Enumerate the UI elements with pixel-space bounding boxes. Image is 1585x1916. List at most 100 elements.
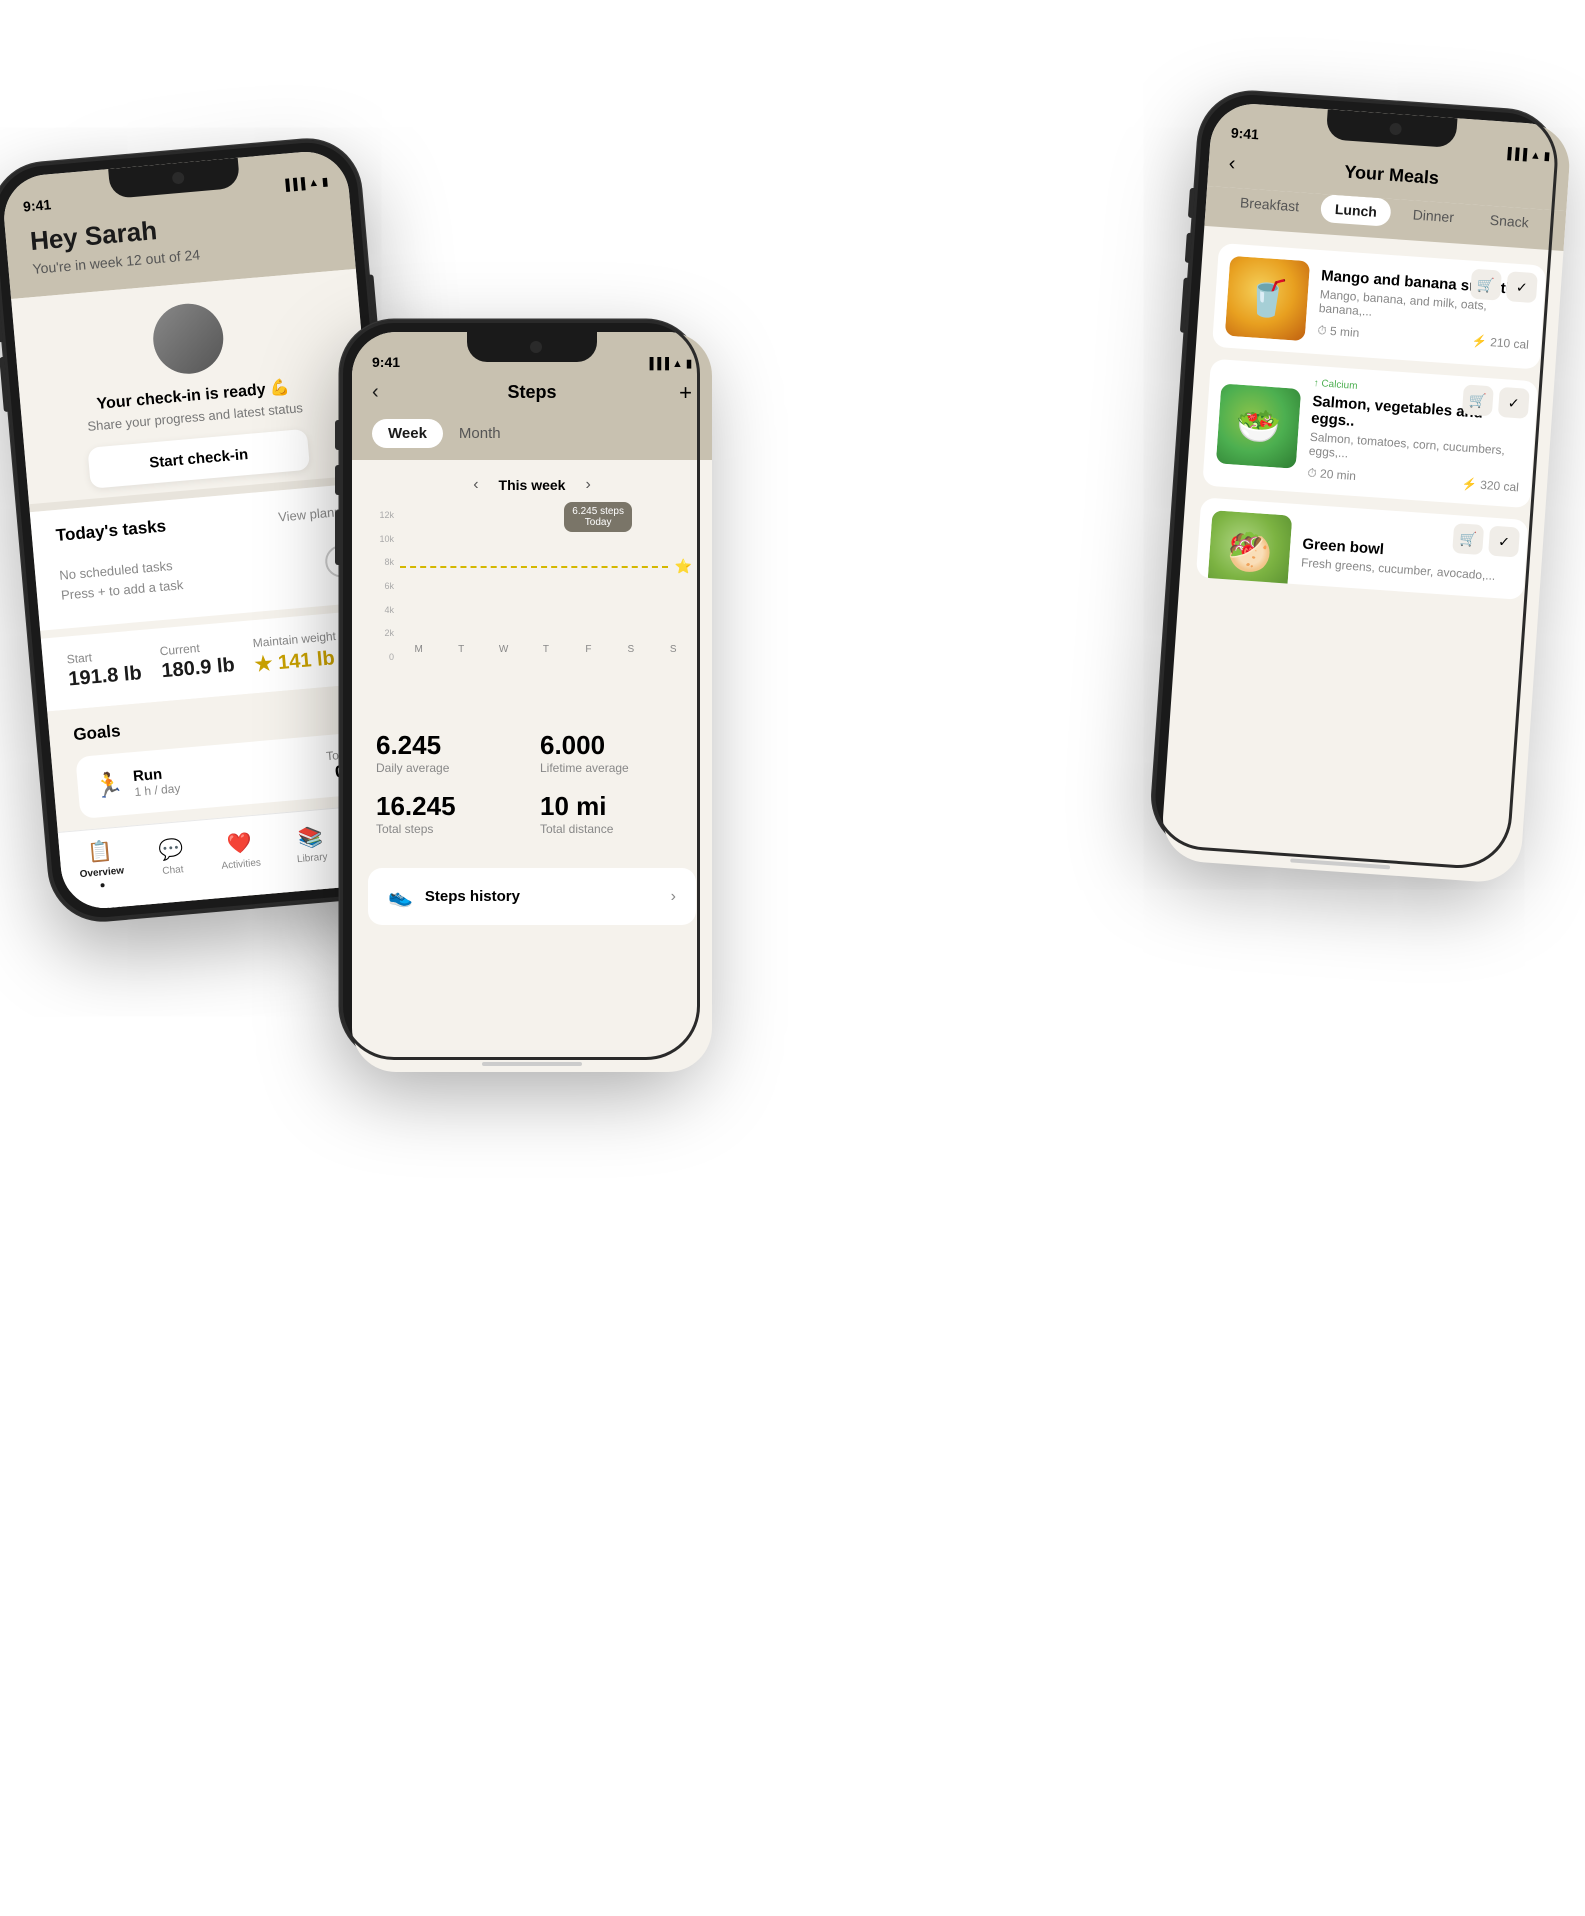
salmon-image: 🥗: [1216, 383, 1301, 468]
tooltip-value: 6.245 steps: [572, 506, 624, 517]
steps-content: ‹ This week › 12k 10k 8k 6k 4k 2k 0: [352, 460, 712, 852]
meal-bowl: 🥙 Green bowl Fresh greens, cucumber, avo…: [1196, 497, 1529, 600]
start-weight: Start 191.8 lb: [66, 646, 143, 693]
overview-label: Overview: [79, 865, 124, 880]
bowl-actions: 🛒 ✓: [1452, 523, 1520, 558]
nav-activities[interactable]: ❤️ Activities: [219, 830, 262, 872]
activities-label: Activities: [221, 857, 261, 871]
label-wed: W: [499, 644, 508, 655]
time-left: 9:41: [22, 196, 51, 214]
salmon-check-button[interactable]: ✓: [1498, 387, 1530, 419]
bar-fri: F: [570, 640, 607, 655]
current-weight: Current 180.9 lb: [159, 638, 236, 685]
time-center: 9:41: [372, 354, 400, 370]
y-0: 0: [372, 652, 394, 662]
daily-avg-value: 6.245: [376, 730, 524, 761]
next-week-button[interactable]: ›: [585, 476, 590, 494]
total-distance-value: 10 mi: [540, 791, 688, 822]
total-distance: 10 mi Total distance: [540, 791, 688, 836]
goal-weight: Maintain weight ★ 141 lb: [252, 629, 339, 677]
bar-tue: T: [442, 640, 479, 655]
tab-dinner[interactable]: Dinner: [1398, 199, 1469, 232]
y-8k: 8k: [372, 557, 394, 567]
week-label: This week: [499, 477, 566, 493]
tasks-empty: No scheduled tasks Press + to add a task…: [58, 532, 360, 613]
y-6k: 6k: [372, 581, 394, 591]
bar-thu: T: [527, 640, 564, 655]
label-sat: S: [627, 644, 634, 655]
steps-title: Steps: [507, 382, 556, 403]
nav-overview[interactable]: 📋 Overview: [77, 837, 125, 889]
goal-run: 🏃 Run 1 h / day Today 0 h: [75, 731, 377, 819]
tab-week[interactable]: Week: [372, 419, 443, 448]
tasks-title: Today's tasks: [55, 516, 167, 546]
smoothie-calories: ⚡ 210 cal: [1471, 333, 1529, 352]
chat-icon: 💬: [158, 836, 185, 863]
bowl-cart-button[interactable]: 🛒: [1452, 523, 1484, 555]
week-nav: ‹ This week ›: [372, 476, 692, 494]
smoothie-cart-button[interactable]: 🛒: [1470, 269, 1502, 301]
label-sun: S: [670, 644, 677, 655]
bowl-image: 🥙: [1207, 510, 1292, 595]
y-4k: 4k: [372, 605, 394, 615]
tab-snack[interactable]: Snack: [1475, 205, 1544, 238]
current-value: 180.9 lb: [161, 654, 236, 683]
total-steps-label: Total steps: [376, 822, 524, 836]
smoothie-time: ⏱ 5 min: [1317, 323, 1360, 341]
steps-tooltip: 6.245 steps Today: [564, 502, 632, 532]
smoothie-actions: 🛒 ✓: [1470, 269, 1538, 304]
status-icons-right: ▐▐▐ ▲ ▮: [1503, 147, 1550, 163]
salmon-actions: 🛒 ✓: [1462, 384, 1530, 419]
bowl-check-button[interactable]: ✓: [1488, 526, 1520, 558]
run-icon: 🏃: [93, 770, 125, 801]
label-fri: F: [585, 644, 591, 655]
meals-list: 🥤 Mango and banana smoothie Mango, banan…: [1179, 226, 1564, 617]
avatar: [150, 301, 226, 377]
y-2k: 2k: [372, 628, 394, 638]
daily-avg-label: Daily average: [376, 761, 524, 775]
total-distance-label: Total distance: [540, 822, 688, 836]
goal-star-icon: ⭐: [675, 558, 692, 575]
steps-tabs: Week Month: [352, 419, 712, 460]
start-checkin-button[interactable]: Start check-in: [88, 429, 310, 489]
steps-chart: 12k 10k 8k 6k 4k 2k 0 ⭐: [372, 510, 692, 710]
nav-chat[interactable]: 💬 Chat: [158, 836, 186, 877]
meal-salmon: 🥗 ↑ Calcium Salmon, vegetables and eggs.…: [1202, 359, 1538, 509]
lifetime-avg: 6.000 Lifetime average: [540, 730, 688, 775]
bar-sun: S: [655, 640, 692, 655]
y-12k: 12k: [372, 510, 394, 520]
prev-week-button[interactable]: ‹: [473, 476, 478, 494]
home-indicator-right: [1290, 858, 1390, 869]
total-steps-value: 16.245: [376, 791, 524, 822]
status-icons-left: ▐▐▐ ▲ ▮: [281, 175, 328, 192]
overview-icon: 📋: [87, 838, 114, 865]
meal-smoothie: 🥤 Mango and banana smoothie Mango, banan…: [1212, 243, 1546, 370]
smoothie-check-button[interactable]: ✓: [1506, 271, 1538, 303]
salmon-cart-button[interactable]: 🛒: [1462, 384, 1494, 416]
chart-bars: M T W T: [400, 510, 692, 655]
tab-month[interactable]: Month: [443, 419, 517, 448]
phone-center: 9:41 ▐▐▐ ▲ ▮ ‹ Steps + Week Month ‹ This…: [340, 320, 700, 1060]
steps-history-label: Steps history: [425, 888, 520, 905]
tab-lunch[interactable]: Lunch: [1320, 194, 1392, 227]
library-label: Library: [297, 852, 328, 866]
y-10k: 10k: [372, 534, 394, 544]
daily-avg: 6.245 Daily average: [376, 730, 524, 775]
steps-stats: 6.245 Daily average 6.000 Lifetime avera…: [372, 730, 692, 836]
checkin-section: Your check-in is ready 💪 Share your prog…: [11, 269, 374, 504]
tooltip-label: Today: [572, 517, 624, 528]
home-indicator-center: [482, 1062, 582, 1066]
status-icons-center: ▐▐▐ ▲ ▮: [646, 357, 692, 370]
steps-add-button[interactable]: +: [679, 380, 692, 406]
label-tue: T: [458, 644, 464, 655]
lifetime-avg-value: 6.000: [540, 730, 688, 761]
total-steps: 16.245 Total steps: [376, 791, 524, 836]
label-mon: M: [415, 644, 423, 655]
bar-mon: M: [400, 640, 437, 655]
nav-library[interactable]: 📚 Library: [294, 824, 328, 866]
steps-back-button[interactable]: ‹: [372, 381, 379, 404]
steps-history-row[interactable]: 👟 Steps history ›: [368, 868, 696, 925]
label-thu: T: [543, 644, 549, 655]
steps-history-icon: 👟: [388, 884, 413, 909]
library-icon: 📚: [297, 824, 324, 851]
